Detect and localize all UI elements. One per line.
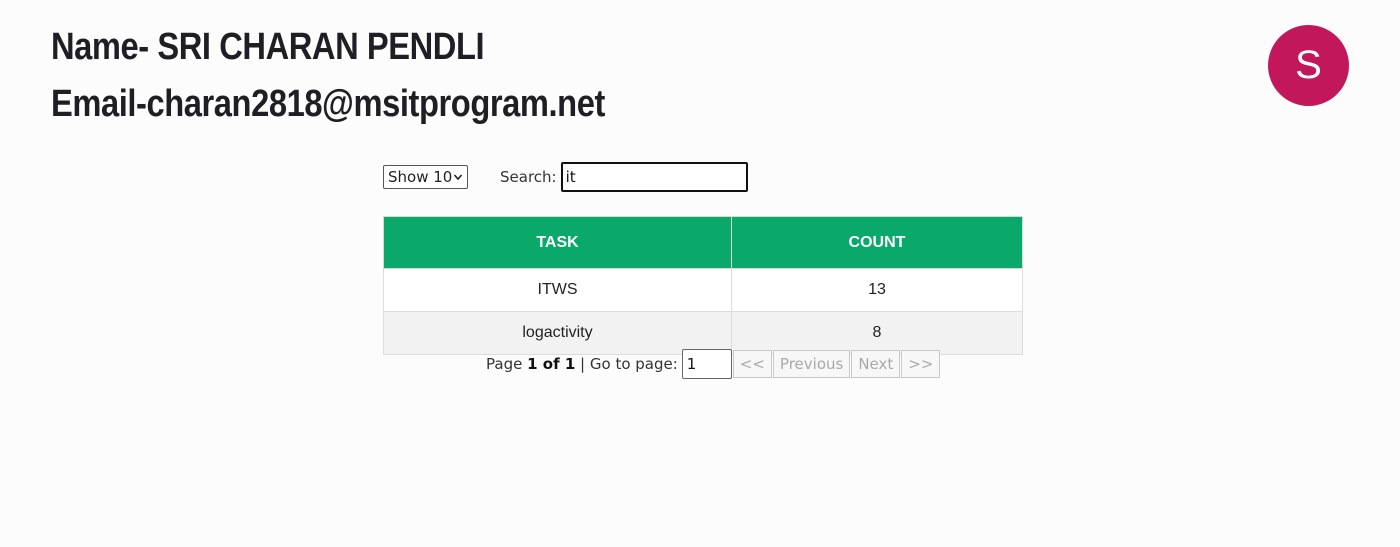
count-cell: 13: [731, 268, 1023, 312]
page: Name- SRI CHARAN PENDLI Email-charan2818…: [0, 0, 1400, 547]
goto-label: | Go to page:: [580, 355, 678, 373]
task-cell: ITWS: [383, 268, 732, 312]
page-size-value: Show 10: [388, 168, 453, 186]
page-prefix: Page: [486, 355, 523, 373]
search-input[interactable]: [560, 162, 748, 192]
task-count-table: TASK COUNT ITWS 13 logactivity 8: [383, 216, 1023, 355]
table-row: ITWS 13: [383, 268, 1023, 312]
avatar-initial: S: [1295, 43, 1322, 87]
column-header-count[interactable]: COUNT: [731, 216, 1023, 269]
user-email-heading: Email-charan2818@msitprogram.net: [51, 83, 605, 125]
goto-page-input[interactable]: [681, 349, 732, 379]
page-size-select[interactable]: Show 10: [383, 165, 468, 189]
page-of-indicator: 1 of 1: [527, 355, 576, 373]
user-name-heading: Name- SRI CHARAN PENDLI: [51, 26, 485, 68]
next-page-button[interactable]: Next: [851, 350, 901, 378]
avatar[interactable]: S: [1268, 25, 1349, 106]
pagination: Page 1 of 1 | Go to page: << Previous Ne…: [486, 349, 941, 379]
last-page-button[interactable]: >>: [901, 350, 941, 378]
table-header-row: TASK COUNT: [383, 216, 1023, 269]
chevron-down-icon: [453, 174, 463, 181]
column-header-task[interactable]: TASK: [383, 216, 732, 269]
search-label: Search:: [500, 168, 557, 186]
table-controls: Show 10 Search:: [383, 162, 748, 192]
first-page-button[interactable]: <<: [732, 350, 772, 378]
previous-page-button[interactable]: Previous: [772, 350, 851, 378]
